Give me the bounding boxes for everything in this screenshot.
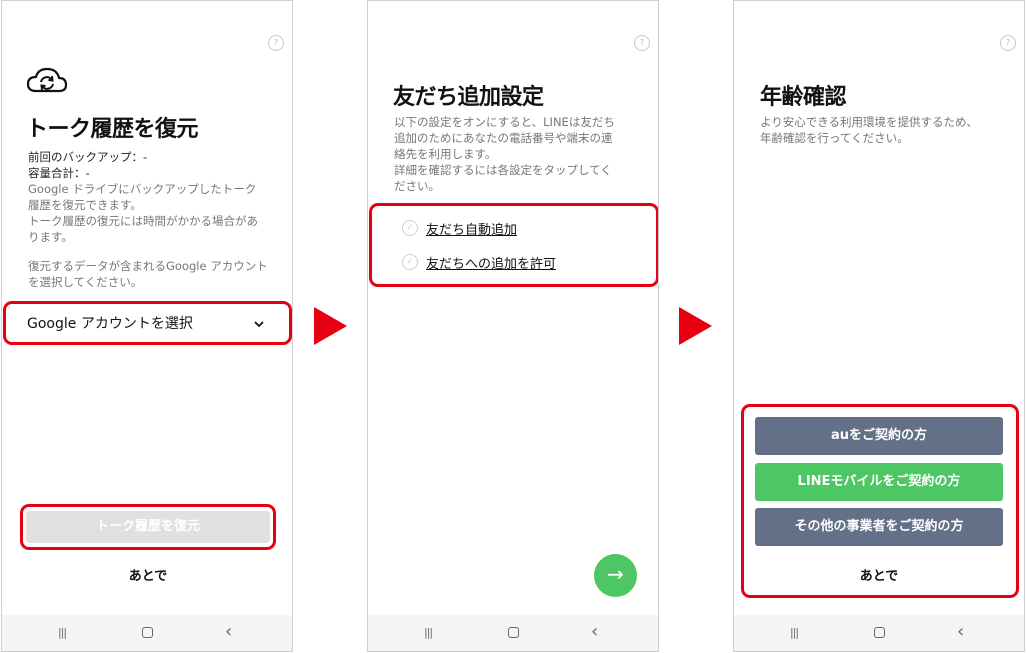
description-line: 詳細を確認するには各設定をタップしてく: [394, 163, 612, 177]
arrow-right-icon: →: [607, 562, 624, 586]
home-nav-icon[interactable]: [874, 627, 885, 638]
description-line: より安心できる利用環境を提供するため、: [760, 115, 979, 129]
description-line: Google ドライブにバックアップしたトーク: [28, 182, 257, 196]
description-line: 年齢確認を行ってください。: [760, 131, 909, 145]
home-nav-icon[interactable]: [508, 627, 519, 638]
total-size-text: 容量合計：-: [28, 166, 90, 180]
help-icon[interactable]: ?: [634, 35, 650, 51]
android-nav-bar: ||| ‹: [2, 615, 292, 651]
hint-line: を選択してください。: [28, 275, 143, 289]
highlight-frame: [20, 504, 276, 550]
description-line: 以下の設定をオンにすると、LINEは友だち: [394, 115, 615, 129]
last-backup-text: 前回のバックアップ：-: [28, 150, 148, 164]
friend-add-settings-screen: ? 友だち追加設定 以下の設定をオンにすると、LINEは友だち 追加のためにあな…: [367, 0, 659, 652]
next-step-arrow-icon: [679, 307, 712, 345]
recents-nav-icon[interactable]: |||: [58, 626, 67, 639]
next-step-arrow-icon: [314, 307, 347, 345]
back-nav-icon[interactable]: ‹: [957, 621, 964, 642]
description-line: ります。: [28, 230, 73, 244]
recents-nav-icon[interactable]: |||: [790, 626, 799, 639]
description-line: トーク履歴の復元には時間がかかる場合があ: [28, 214, 258, 228]
back-nav-icon[interactable]: ‹: [225, 621, 232, 642]
help-icon[interactable]: ?: [268, 35, 284, 51]
restore-talk-history-screen: ? トーク履歴を復元 前回のバックアップ：- 容量合計：- Google ドライ…: [1, 0, 293, 652]
android-nav-bar: ||| ‹: [734, 615, 1024, 651]
home-nav-icon[interactable]: [142, 627, 153, 638]
highlight-frame: [3, 301, 292, 345]
description-line: 履歴を復元できます。: [28, 198, 142, 212]
android-nav-bar: ||| ‹: [368, 615, 658, 651]
later-button[interactable]: あとで: [98, 565, 198, 584]
highlight-frame: [369, 203, 658, 287]
recents-nav-icon[interactable]: |||: [424, 626, 433, 639]
hint-line: 復元するデータが含まれるGoogle アカウント: [28, 259, 268, 273]
help-icon[interactable]: ?: [1000, 35, 1016, 51]
description-line: ださい。: [394, 179, 440, 193]
description-line: 追加のためにあなたの電話番号や端末の連: [394, 131, 613, 145]
cloud-sync-icon: [26, 67, 68, 93]
page-title: 年齢確認: [760, 85, 847, 110]
page-title: 友だち追加設定: [393, 85, 544, 110]
page-title: トーク履歴を復元: [26, 117, 199, 142]
next-button[interactable]: →: [594, 554, 637, 597]
age-verification-screen: ? 年齢確認 より安心できる利用環境を提供するため、 年齢確認を行ってください。…: [733, 0, 1025, 652]
highlight-frame: [741, 404, 1019, 598]
back-nav-icon[interactable]: ‹: [591, 621, 598, 642]
description-line: 絡先を利用します。: [394, 147, 497, 161]
